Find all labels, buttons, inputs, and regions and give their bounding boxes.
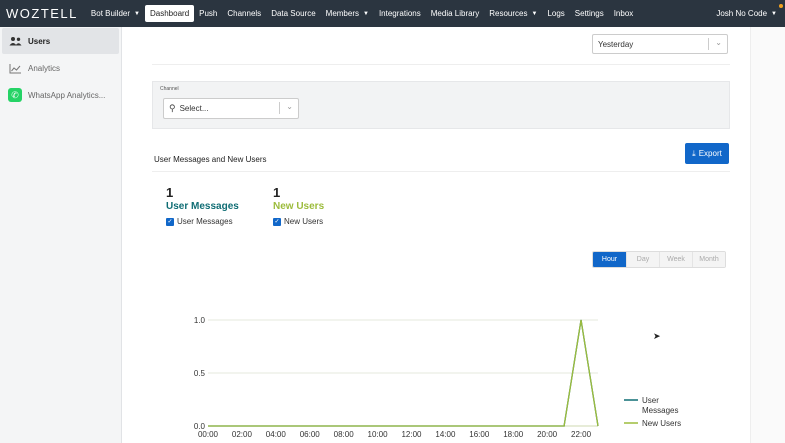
x-tick-label: 04:00: [266, 430, 287, 439]
nav-item-dashboard[interactable]: Dashboard: [145, 5, 195, 22]
search-icon: ⚲: [169, 103, 176, 113]
mouse-pointer-icon: ➤: [653, 331, 661, 341]
chevron-down-icon: ▼: [771, 10, 777, 17]
nav-item-label: Settings: [574, 9, 604, 18]
sidebar-item-label: WhatsApp Analytics...: [28, 90, 106, 100]
select-divider: [279, 102, 280, 114]
y-tick-label: 1.0: [194, 316, 206, 325]
sidebar-item-label: Users: [28, 36, 51, 46]
user-name: Josh No Code: [716, 9, 768, 18]
sidebar-item-whatsapp-analytics[interactable]: ✆ WhatsApp Analytics...: [2, 82, 119, 108]
legend-label: Messages: [642, 406, 678, 415]
checkbox-checked-icon: ✓: [166, 217, 174, 226]
nav-item-label: Push: [199, 9, 218, 18]
nav-item-push[interactable]: Push: [194, 5, 222, 22]
user-menu[interactable]: Josh No Code ▼: [716, 0, 777, 27]
x-tick-label: 12:00: [401, 430, 422, 439]
user-messages-chart: 0.00.51.000:00 02:00 04:00 06:00 08:00 10:00 1…: [194, 316, 681, 439]
nav-item-logs[interactable]: Logs: [542, 5, 569, 22]
date-range-value: Yesterday: [598, 39, 634, 49]
granularity-week[interactable]: Week: [659, 252, 692, 267]
filter-panel: Channel ⚲ Select... ⌄: [152, 81, 730, 129]
stat-label: New Users: [273, 201, 325, 212]
nav-item-label: Bot Builder: [90, 9, 131, 18]
x-tick-label: 02:00: [232, 430, 253, 439]
granularity-month[interactable]: Month: [692, 252, 725, 267]
date-range-select[interactable]: Yesterday ⌄: [592, 34, 728, 54]
nav-item-settings[interactable]: Settings: [570, 5, 609, 22]
sidebar: Users Analytics ✆ WhatsApp Analytics...: [0, 27, 122, 443]
x-tick-label: 06:00: [300, 430, 321, 439]
nav-item-data-source[interactable]: Data Source: [266, 5, 320, 22]
nav-item-label: Integrations: [378, 9, 421, 18]
nav-item-label: Logs: [547, 9, 565, 18]
nav-item-media-library[interactable]: Media Library: [426, 5, 484, 22]
legend-label: New Users: [642, 419, 681, 428]
chevron-down-icon: ⌄: [715, 38, 722, 47]
nav-item-label: Media Library: [430, 9, 480, 18]
granularity-hour[interactable]: Hour: [593, 252, 626, 267]
stat-value: 1: [273, 185, 281, 200]
download-icon: ⤓: [692, 148, 696, 158]
divider: [152, 64, 730, 65]
export-button[interactable]: ⤓ Export: [685, 143, 729, 164]
chevron-down-icon: ▼: [363, 10, 369, 17]
whatsapp-icon: ✆: [8, 88, 22, 102]
top-navbar: WOZTELL Bot Builder ▼ Dashboard Push Channel…: [0, 0, 785, 27]
checkbox-label: New Users: [284, 217, 324, 226]
granularity-toggle: Hour Day Week Month: [592, 251, 726, 268]
nav-item-integrations[interactable]: Integrations: [374, 5, 426, 22]
chevron-down-icon: ▼: [134, 10, 140, 17]
nav-item-label: Resources: [489, 9, 528, 18]
channel-label: Channel: [160, 86, 179, 92]
main-content: Yesterday ⌄ Channel ⚲ Select... ⌄ User M…: [122, 27, 750, 443]
legend-label: User: [642, 396, 659, 405]
checkbox-label: User Messages: [177, 217, 233, 226]
sidebar-item-analytics[interactable]: Analytics: [2, 55, 119, 81]
app-logo[interactable]: WOZTELL: [6, 6, 78, 21]
users-icon: [8, 34, 22, 48]
x-tick-label: 14:00: [435, 430, 456, 439]
sidebar-item-label: Analytics: [28, 63, 61, 73]
sidebar-item-users[interactable]: Users: [2, 28, 119, 54]
nav-item-label: Members: [325, 9, 359, 18]
select-divider: [708, 38, 709, 50]
chevron-down-icon: ▼: [531, 10, 538, 17]
stat-new-users: 1 New Users ✓ New Users: [273, 185, 324, 226]
stat-user-messages: 1 User Messages ✓ User Messages: [166, 185, 239, 226]
right-gutter: [750, 27, 785, 443]
divider: [152, 171, 730, 172]
channel-select[interactable]: ⚲ Select... ⌄: [163, 98, 299, 119]
line-chart-icon: [8, 61, 22, 75]
section-title: User Messages and New Users: [154, 155, 267, 164]
export-label: Export: [698, 149, 722, 158]
nav-item-bot-builder[interactable]: Bot Builder ▼: [86, 5, 145, 22]
x-tick-label: 22:00: [571, 430, 592, 439]
nav-item-label: Channels: [227, 9, 262, 18]
x-tick-label: 00:00: [198, 430, 219, 439]
stat-value: 1: [166, 185, 174, 200]
user-messages-checkbox[interactable]: ✓ User Messages: [166, 217, 239, 226]
x-tick-label: 18:00: [503, 430, 524, 439]
nav-item-members[interactable]: Members ▼: [321, 5, 374, 22]
nav-item-resources[interactable]: Resources ▼: [484, 5, 542, 22]
x-tick-label: 16:00: [469, 430, 490, 439]
x-tick-label: 10:00: [368, 430, 389, 439]
checkbox-checked-icon: ✓: [273, 217, 281, 226]
nav-item-label: Dashboard: [150, 9, 190, 18]
nav-item-channels[interactable]: Channels: [222, 5, 266, 22]
nav-item-label: Data Source: [271, 9, 316, 18]
channel-placeholder: Select...: [179, 104, 209, 113]
chevron-down-icon: ⌄: [286, 102, 293, 111]
nav-item-label: Inbox: [613, 9, 634, 18]
stat-label: User Messages: [166, 201, 239, 212]
x-tick-label: 08:00: [334, 430, 355, 439]
new-users-checkbox[interactable]: ✓ New Users: [273, 217, 324, 226]
nav-item-inbox[interactable]: Inbox: [609, 5, 639, 22]
notification-dot: [779, 4, 783, 8]
y-tick-label: 0.5: [194, 369, 206, 378]
granularity-day[interactable]: Day: [626, 252, 659, 267]
x-tick-label: 20:00: [537, 430, 558, 439]
nav-menu: Bot Builder ▼ Dashboard Push Channels Data So…: [86, 5, 638, 22]
